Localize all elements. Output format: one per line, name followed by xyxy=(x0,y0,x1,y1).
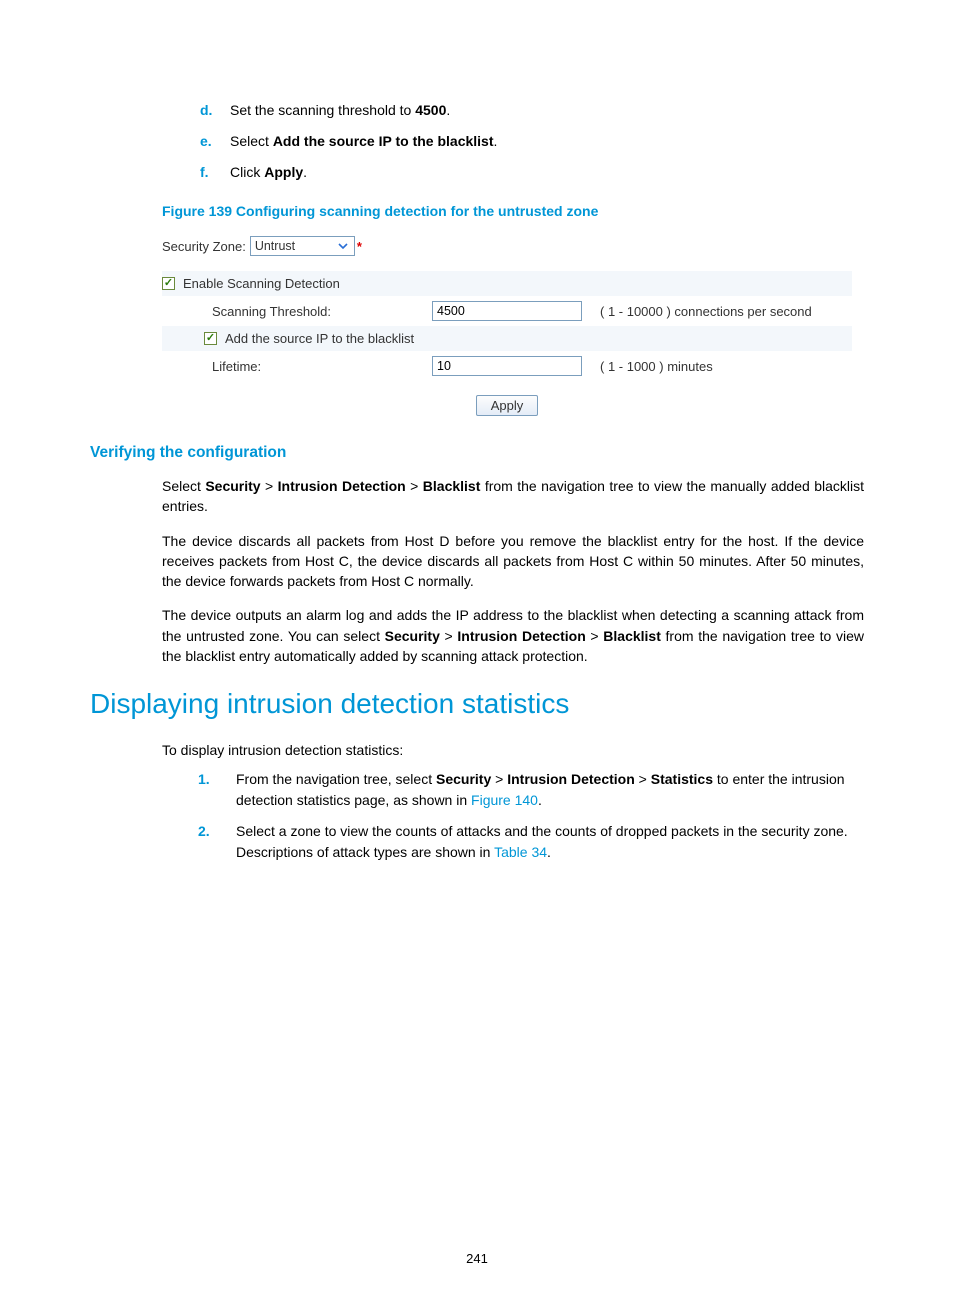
vp1-b3: Blacklist xyxy=(423,478,481,494)
step-f-bold: Apply xyxy=(264,164,303,180)
step-d: d. Set the scanning threshold to 4500. xyxy=(200,100,864,121)
table-34-link[interactable]: Table 34 xyxy=(494,844,547,860)
threshold-label: Scanning Threshold: xyxy=(162,304,432,319)
lifetime-hint: ( 1 - 1000 ) minutes xyxy=(592,359,852,374)
step-d-post: . xyxy=(446,102,450,118)
vp1-s1: > xyxy=(261,478,278,494)
blacklist-row: Add the source IP to the blacklist xyxy=(162,326,852,351)
enable-scanning-label: Enable Scanning Detection xyxy=(183,276,340,291)
step-1: 1. From the navigation tree, select Secu… xyxy=(198,769,864,811)
step-marker-f: f. xyxy=(200,162,230,183)
step-marker-e: e. xyxy=(200,131,230,152)
vp3-b2: Intrusion Detection xyxy=(457,628,585,644)
s1-pre: From the navigation tree, select xyxy=(236,771,436,787)
vp1-b2: Intrusion Detection xyxy=(278,478,406,494)
step-e-post: . xyxy=(494,133,498,149)
s1-post: . xyxy=(538,792,542,808)
step-d-bold: 4500 xyxy=(415,102,446,118)
numbered-step-list: 1. From the navigation tree, select Secu… xyxy=(198,769,864,863)
threshold-row: Scanning Threshold: ( 1 - 10000 ) connec… xyxy=(162,296,852,326)
lifetime-row: Lifetime: ( 1 - 1000 ) minutes xyxy=(162,351,852,381)
step-e: e. Select Add the source IP to the black… xyxy=(200,131,864,152)
step-e-bold: Add the source IP to the blacklist xyxy=(273,133,494,149)
figure-caption: Figure 139 Configuring scanning detectio… xyxy=(162,203,864,219)
step-f: f. Click Apply. xyxy=(200,162,864,183)
verify-heading: Verifying the configuration xyxy=(90,444,864,462)
main-heading: Displaying intrusion detection statistic… xyxy=(90,688,864,720)
step-f-pre: Click xyxy=(230,164,264,180)
step-text-e: Select Add the source IP to the blacklis… xyxy=(230,131,864,152)
security-zone-dropdown[interactable]: Untrust xyxy=(250,236,355,256)
s1-b2: Intrusion Detection xyxy=(507,771,635,787)
step-marker-d: d. xyxy=(200,100,230,121)
vp1-pre: Select xyxy=(162,478,205,494)
chevron-down-icon xyxy=(336,239,350,253)
vp3-s1: > xyxy=(440,628,458,644)
s2-post: . xyxy=(547,844,551,860)
verify-para-3: The device outputs an alarm log and adds… xyxy=(162,605,864,666)
step-text-d: Set the scanning threshold to 4500. xyxy=(230,100,864,121)
apply-row: Apply xyxy=(162,381,852,416)
apply-button[interactable]: Apply xyxy=(476,395,539,416)
security-zone-row: Security Zone: Untrust * xyxy=(162,231,852,261)
blacklist-checkbox[interactable] xyxy=(204,332,217,345)
s1-b3: Statistics xyxy=(651,771,713,787)
vp3-s2: > xyxy=(586,628,604,644)
vp3-b3: Blacklist xyxy=(603,628,661,644)
vp1-s2: > xyxy=(406,478,423,494)
step-d-pre: Set the scanning threshold to xyxy=(230,102,415,118)
vp1-b1: Security xyxy=(205,478,260,494)
verify-para-2: The device discards all packets from Hos… xyxy=(162,531,864,592)
s1-s2: > xyxy=(635,771,651,787)
step-1-marker: 1. xyxy=(198,769,236,811)
security-zone-value: Untrust xyxy=(255,239,336,253)
step-2-marker: 2. xyxy=(198,821,236,863)
page-number: 241 xyxy=(0,1251,954,1266)
security-zone-label: Security Zone: xyxy=(162,239,246,254)
figure-140-link[interactable]: Figure 140 xyxy=(471,792,538,808)
alpha-step-list: d. Set the scanning threshold to 4500. e… xyxy=(200,100,864,183)
step-text-f: Click Apply. xyxy=(230,162,864,183)
stats-intro: To display intrusion detection statistic… xyxy=(162,740,864,760)
step-2: 2. Select a zone to view the counts of a… xyxy=(198,821,864,863)
vp3-b1: Security xyxy=(385,628,440,644)
s1-s1: > xyxy=(491,771,507,787)
threshold-hint: ( 1 - 10000 ) connections per second xyxy=(592,304,852,319)
blacklist-label: Add the source IP to the blacklist xyxy=(225,331,414,346)
config-panel: Security Zone: Untrust * Enable Scanning… xyxy=(162,231,852,416)
s1-b1: Security xyxy=(436,771,491,787)
required-star-icon: * xyxy=(357,239,362,254)
step-1-text: From the navigation tree, select Securit… xyxy=(236,769,864,811)
step-2-text: Select a zone to view the counts of atta… xyxy=(236,821,864,863)
enable-scanning-row: Enable Scanning Detection xyxy=(162,271,852,296)
lifetime-label: Lifetime: xyxy=(162,359,432,374)
enable-scanning-checkbox[interactable] xyxy=(162,277,175,290)
step-e-pre: Select xyxy=(230,133,273,149)
lifetime-input[interactable] xyxy=(432,356,582,376)
threshold-input[interactable] xyxy=(432,301,582,321)
step-f-post: . xyxy=(303,164,307,180)
verify-para-1: Select Security > Intrusion Detection > … xyxy=(162,476,864,517)
